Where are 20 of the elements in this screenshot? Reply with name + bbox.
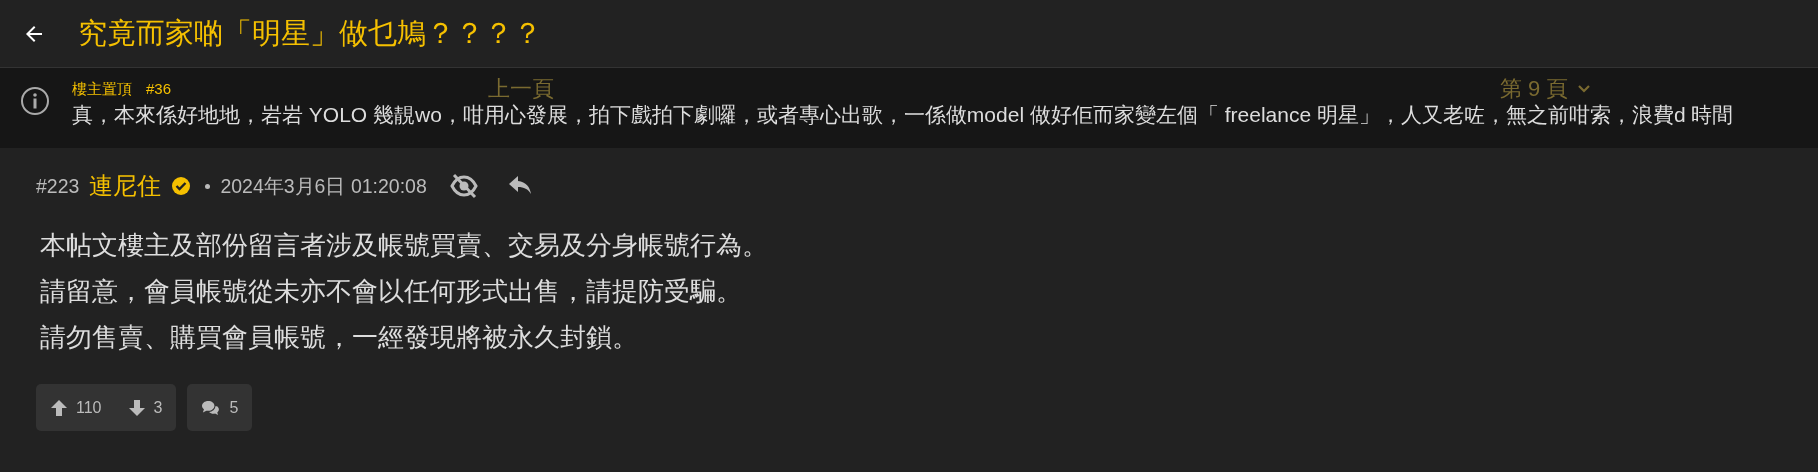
notice-line: 本帖文樓主及部份留言者涉及帳號買賣、交易及分身帳號行為。 [40, 230, 769, 261]
up-arrow-icon [50, 398, 68, 417]
page-selector[interactable]: 第 9 頁 [1500, 74, 1593, 104]
downvote-button[interactable]: 3 [127, 398, 163, 417]
hide-icon[interactable] [448, 171, 479, 201]
post-number[interactable]: #36 [146, 80, 172, 99]
comments-icon [201, 399, 220, 416]
notice-line: 請勿售賣、購買會員帳號，一經發現將被永久封鎖。 [40, 322, 639, 353]
pinned-text[interactable]: 真，本來係好地地，岩岩 YOLO 幾靚wo，咁用心發展，拍下戲拍下劇囉，或者專心出歌，一係做model 做好佢而家變左個「 freelance 明星」，人又老咗，無之前咁索，浪費d 時間 [72, 101, 1734, 129]
info-icon [20, 86, 50, 116]
down-arrow-icon [127, 398, 146, 417]
pinned-label: 樓主置頂 [72, 80, 132, 99]
post-number[interactable]: #223 [36, 174, 80, 198]
thread-title: 究竟而家啲「明星」做乜鳩？？？？ [78, 15, 542, 51]
notice-line: 請留意，會員帳號從未亦不會以任何形式出售，請提防受騙。 [40, 276, 743, 307]
upvote-button[interactable]: 110 [50, 398, 102, 417]
comments-button[interactable]: 5 [187, 384, 253, 431]
author-name[interactable]: 連尼住 [89, 170, 162, 202]
post-time: 2024年3月6日 01:20:08 [220, 173, 427, 199]
previous-page-link[interactable]: 上一頁 [488, 74, 554, 104]
